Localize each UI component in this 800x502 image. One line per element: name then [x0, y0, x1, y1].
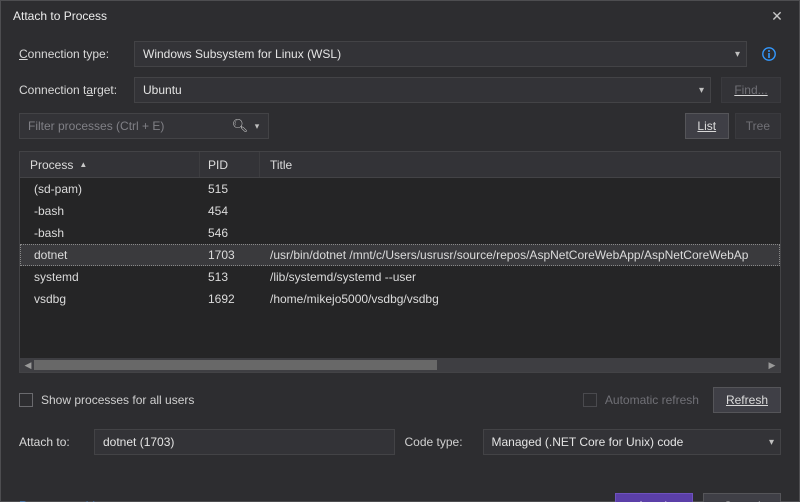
cell-title: /usr/bin/dotnet /mnt/c/Users/usrusr/sour…	[260, 248, 780, 262]
cell-process: systemd	[20, 270, 200, 284]
connection-type-row: Connection type: Windows Subsystem for L…	[19, 41, 781, 67]
chevron-down-icon: ▾	[735, 49, 740, 60]
cell-process: vsdbg	[20, 292, 200, 306]
attach-button[interactable]: Attach	[615, 493, 693, 502]
connection-type-value: Windows Subsystem for Linux (WSL)	[143, 47, 341, 61]
cell-process: dotnet	[20, 248, 200, 262]
show-all-users-checkbox[interactable]: Show processes for all users	[19, 393, 194, 407]
connection-type-label: Connection type:	[19, 47, 124, 61]
cell-process: (sd-pam)	[20, 182, 200, 196]
attach-to-row: Attach to: dotnet (1703) Code type: Mana…	[19, 429, 781, 455]
connection-target-combo[interactable]: Ubuntu ▾	[134, 77, 711, 103]
cell-title: /home/mikejo5000/vsdbg/vsdbg	[260, 292, 780, 306]
cell-pid: 546	[200, 226, 260, 240]
dialog-footer: Report a problem Attach Cancel	[19, 493, 781, 502]
filter-placeholder: Filter processes (Ctrl + E)	[28, 119, 230, 133]
table-row[interactable]: -bash454	[20, 200, 780, 222]
table-body: (sd-pam)515-bash454-bash546dotnet1703/us…	[20, 178, 780, 358]
filter-row: Filter processes (Ctrl + E) 🔍︎ ▾ List Tr…	[19, 113, 781, 139]
find-button: Find...	[721, 77, 781, 103]
cell-process: -bash	[20, 226, 200, 240]
view-list-button[interactable]: List	[685, 113, 729, 139]
connection-target-value: Ubuntu	[143, 83, 182, 97]
connection-target-label: Connection target:	[19, 83, 124, 97]
cancel-button[interactable]: Cancel	[703, 493, 781, 502]
window-title: Attach to Process	[13, 9, 107, 23]
connection-target-row: Connection target: Ubuntu ▾ Find...	[19, 77, 781, 103]
auto-refresh-checkbox: Automatic refresh	[583, 393, 699, 407]
checkbox-icon	[19, 393, 33, 407]
sort-asc-icon: ▲	[79, 160, 87, 169]
cell-pid: 454	[200, 204, 260, 218]
title-bar: Attach to Process ✕	[1, 1, 799, 31]
horizontal-scrollbar[interactable]: ◀ ▶	[20, 358, 780, 372]
col-header-pid[interactable]: PID	[200, 152, 260, 177]
code-type-combo[interactable]: Managed (.NET Core for Unix) code ▾	[483, 429, 782, 455]
search-icon[interactable]: 🔍︎	[230, 118, 250, 134]
code-type-label: Code type:	[405, 435, 473, 449]
close-button[interactable]: ✕	[763, 5, 791, 27]
close-icon: ✕	[771, 8, 783, 25]
cell-pid: 1703	[200, 248, 260, 262]
cell-pid: 1692	[200, 292, 260, 306]
table-row[interactable]: -bash546	[20, 222, 780, 244]
cell-title: /lib/systemd/systemd --user	[260, 270, 780, 284]
info-icon[interactable]	[757, 42, 781, 66]
process-table: Process ▲ PID Title (sd-pam)515-bash454-…	[19, 151, 781, 373]
attach-to-label: Attach to:	[19, 435, 84, 449]
connection-type-combo[interactable]: Windows Subsystem for Linux (WSL) ▾	[134, 41, 747, 67]
view-tree-button: Tree	[735, 113, 781, 139]
cell-pid: 515	[200, 182, 260, 196]
checkbox-icon	[583, 393, 597, 407]
table-header: Process ▲ PID Title	[20, 152, 780, 178]
cell-process: -bash	[20, 204, 200, 218]
table-row[interactable]: dotnet1703/usr/bin/dotnet /mnt/c/Users/u…	[20, 244, 780, 266]
col-header-title[interactable]: Title	[260, 152, 780, 177]
chevron-down-icon[interactable]: ▾	[250, 121, 264, 132]
col-header-process[interactable]: Process ▲	[20, 152, 200, 177]
scroll-left-icon[interactable]: ◀	[22, 360, 34, 371]
filter-input[interactable]: Filter processes (Ctrl + E) 🔍︎ ▾	[19, 113, 269, 139]
chevron-down-icon: ▾	[699, 85, 704, 96]
options-row: Show processes for all users Automatic r…	[19, 387, 781, 413]
refresh-button[interactable]: Refresh	[713, 387, 781, 413]
table-row[interactable]: systemd513/lib/systemd/systemd --user	[20, 266, 780, 288]
table-row[interactable]: vsdbg1692/home/mikejo5000/vsdbg/vsdbg	[20, 288, 780, 310]
scroll-right-icon[interactable]: ▶	[766, 360, 778, 371]
scroll-thumb[interactable]	[34, 360, 437, 370]
scroll-track[interactable]	[34, 360, 766, 370]
table-row[interactable]: (sd-pam)515	[20, 178, 780, 200]
attach-to-input[interactable]: dotnet (1703)	[94, 429, 395, 455]
chevron-down-icon: ▾	[769, 437, 774, 448]
cell-pid: 513	[200, 270, 260, 284]
